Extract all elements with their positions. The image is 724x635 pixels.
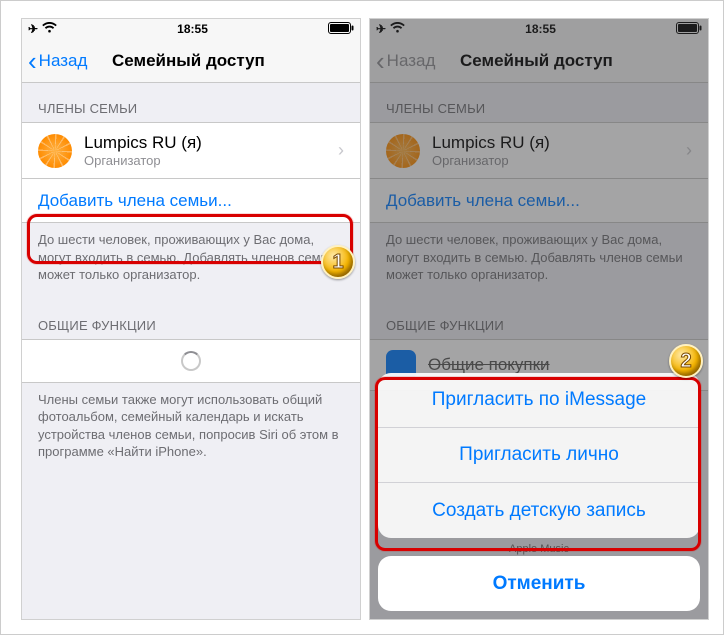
section-header-members: ЧЛЕНЫ СЕМЬИ xyxy=(22,83,360,122)
action-sheet: Пригласить по iMessage Пригласить лично … xyxy=(378,373,700,611)
invite-in-person-button[interactable]: Пригласить лично xyxy=(378,428,700,483)
nav-bar: ‹ Назад Семейный доступ xyxy=(22,39,360,83)
phone-screenshot-1: ✈ 18:55 ‹ Назад Семейный доступ ЧЛЕНЫ СЕ… xyxy=(22,19,360,619)
wifi-icon xyxy=(42,22,57,36)
member-role: Организатор xyxy=(84,153,202,168)
action-sheet-options: Пригласить по iMessage Пригласить лично … xyxy=(378,373,700,538)
family-member-row[interactable]: Lumpics RU (я) Организатор › xyxy=(22,122,360,179)
status-time: 18:55 xyxy=(177,22,208,36)
invite-imessage-button[interactable]: Пригласить по iMessage xyxy=(378,373,700,428)
members-footer-text: До шести человек, проживающих у Вас дома… xyxy=(22,223,360,300)
back-button[interactable]: ‹ Назад xyxy=(28,48,87,74)
add-member-label: Добавить члена семьи... xyxy=(38,191,232,211)
phone-screenshot-2: ✈ 18:55 ‹ Назад Семейный доступ xyxy=(370,19,708,619)
orange-icon xyxy=(38,134,72,168)
status-bar: ✈ 18:55 xyxy=(22,19,360,39)
spinner-icon xyxy=(181,351,201,371)
avatar xyxy=(38,134,72,168)
peek-apple-music: Apple Music xyxy=(378,546,700,552)
airplane-mode-icon: ✈ xyxy=(28,22,38,36)
cancel-button[interactable]: Отменить xyxy=(378,556,700,611)
battery-icon xyxy=(328,22,354,37)
member-name: Lumpics RU (я) xyxy=(84,133,202,153)
shared-footer-text: Члены семьи также могут использовать общ… xyxy=(22,383,360,477)
add-family-member-button[interactable]: Добавить члена семьи... xyxy=(22,179,360,223)
chevron-left-icon: ‹ xyxy=(28,48,37,74)
back-label: Назад xyxy=(39,51,88,71)
chevron-right-icon: › xyxy=(338,140,344,161)
create-child-account-button[interactable]: Создать детскую запись xyxy=(378,483,700,538)
section-header-shared: ОБЩИЕ ФУНКЦИИ xyxy=(22,300,360,339)
loading-row xyxy=(22,339,360,383)
